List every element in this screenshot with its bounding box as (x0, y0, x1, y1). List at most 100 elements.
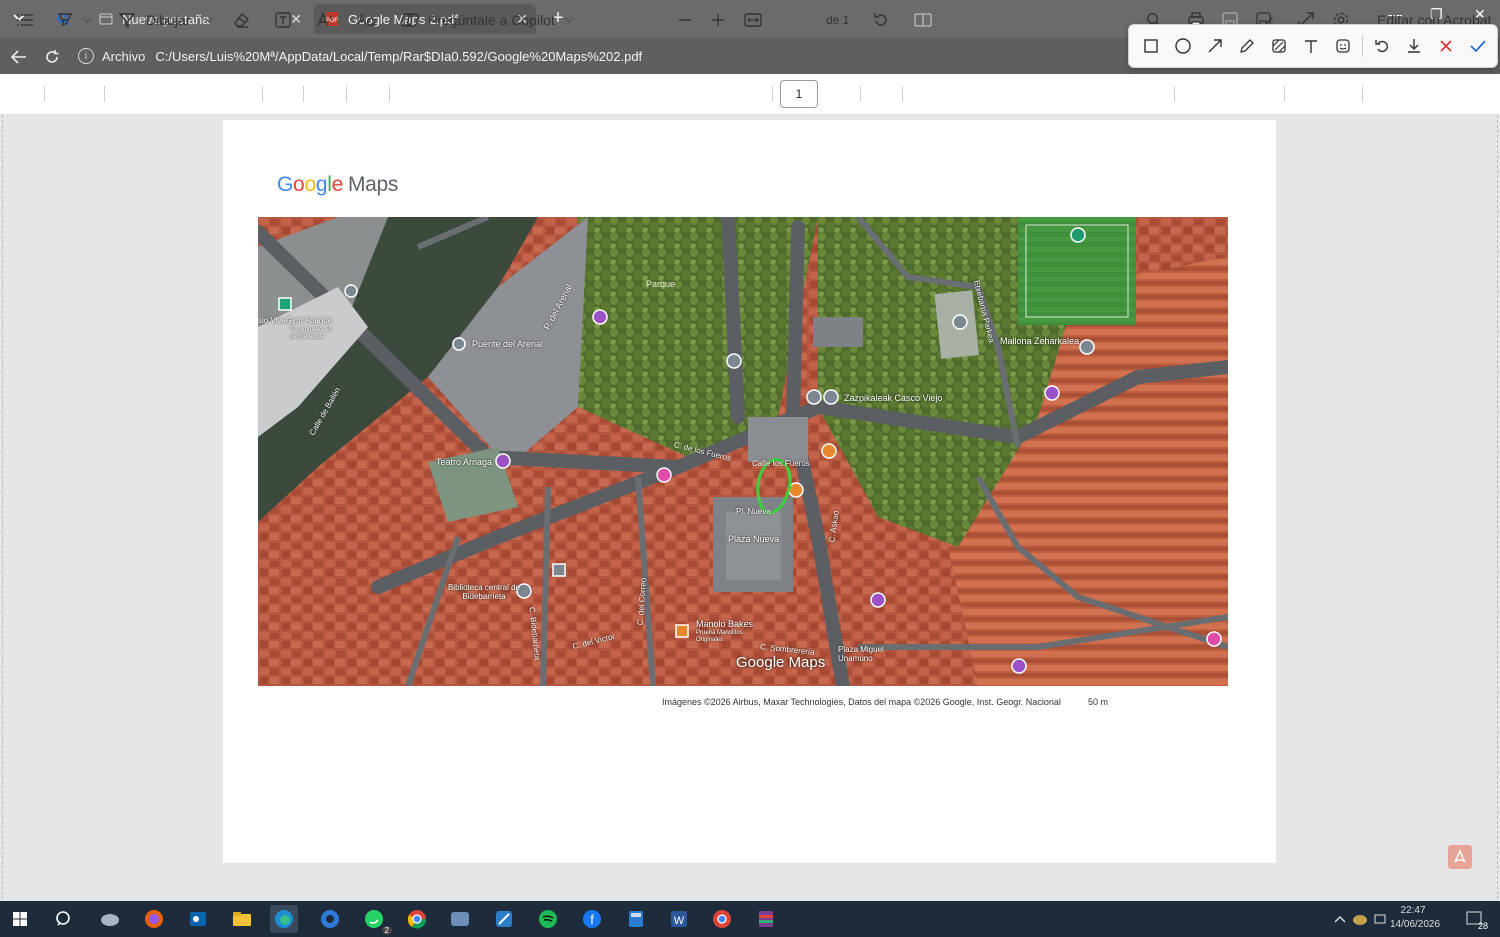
taskbar-app-store[interactable] (446, 905, 474, 933)
taskbar-app-firefox[interactable] (140, 905, 168, 933)
add-text-button[interactable] (274, 8, 292, 32)
taskbar-app-vpn[interactable] (316, 905, 344, 933)
acrobat-icon[interactable] (1448, 845, 1472, 869)
read-aloud-icon (317, 12, 332, 27)
whatsapp-icon (365, 910, 383, 928)
rotate-button[interactable] (872, 8, 890, 32)
copilot-icon (402, 13, 419, 27)
reload-icon (46, 50, 59, 63)
text-box-icon (275, 12, 291, 28)
system-clock[interactable]: 22:47 14/06/2026 (1390, 904, 1441, 932)
list-icon (17, 14, 33, 26)
zoom-in-button[interactable] (711, 8, 725, 32)
eraser-icon (234, 12, 249, 28)
rectangle-tool-button[interactable] (1135, 30, 1167, 62)
translate-button[interactable] (357, 8, 377, 32)
cloud-app-icon (101, 914, 119, 926)
taskbar-app-tool[interactable] (490, 905, 518, 933)
taskbar-app-explorer[interactable] (228, 905, 256, 933)
clock-date: 14/06/2026 (1390, 919, 1441, 930)
taskbar-search-button[interactable] (50, 905, 78, 933)
map-label-plaza-miguel-unamuno: Plaza Miguel Unamuno (838, 645, 884, 663)
undo-button[interactable] (1366, 30, 1398, 62)
chevron-down-icon[interactable] (564, 17, 574, 23)
draw-label: Dibujar (146, 12, 191, 28)
search-icon (56, 911, 70, 926)
erase-button[interactable] (232, 8, 250, 32)
confirm-button[interactable] (1462, 30, 1494, 62)
url-field[interactable]: i Archivo C:/Users/Luis%20Mª/AppData/Loc… (72, 44, 1132, 68)
chevron-down-icon[interactable] (204, 17, 214, 23)
notification-center-button[interactable]: 28 (1460, 905, 1488, 933)
taskbar-app-outlook[interactable] (184, 905, 212, 933)
spotify-icon (539, 910, 557, 928)
plus-icon (712, 14, 724, 26)
taskbar-app-mail[interactable] (96, 905, 124, 933)
svg-text:W: W (674, 915, 685, 927)
pencil-tool-button[interactable] (1231, 30, 1263, 62)
pen-icon (118, 13, 136, 29)
chevron-down-icon[interactable] (82, 17, 92, 23)
reload-button[interactable] (41, 46, 63, 68)
back-button[interactable] (8, 46, 30, 68)
contents-button[interactable] (16, 8, 34, 32)
taskbar-app-whatsapp[interactable]: 2 (360, 905, 392, 935)
highlight-button[interactable] (56, 8, 92, 32)
chrome-icon (407, 910, 427, 929)
fit-width-icon (744, 13, 762, 27)
taskbar-app-calculator[interactable] (622, 905, 650, 933)
map-watermark: Google Maps (736, 654, 826, 671)
text-tool-button[interactable] (1295, 30, 1327, 62)
text-icon (1305, 40, 1317, 53)
word-icon: W (671, 911, 687, 927)
close-tab-icon[interactable]: ✕ (290, 11, 302, 28)
pdf-toolbar (0, 74, 1500, 115)
highlighter-icon (57, 13, 73, 27)
arrow-tool-button[interactable] (1199, 30, 1231, 62)
fit-page-button[interactable] (744, 8, 762, 32)
circle-tool-button[interactable] (1167, 30, 1199, 62)
url-scheme-label: Archivo (102, 48, 146, 64)
taskbar-app-spotify[interactable] (534, 905, 562, 933)
copilot-label: Pregúntale a Copilot (428, 12, 555, 28)
sticker-tool-button[interactable] (1327, 30, 1359, 62)
taskbar-app-winrar[interactable] (752, 905, 780, 933)
info-icon[interactable]: i (78, 48, 94, 64)
translate-icon (357, 13, 376, 27)
page-icon (98, 11, 114, 27)
download-button[interactable] (1398, 30, 1430, 62)
draw-shapes-toolbar (1128, 24, 1498, 68)
discard-button[interactable] (1430, 30, 1462, 62)
book-icon (914, 13, 932, 27)
svg-text:f: f (590, 912, 594, 927)
calculator-icon (629, 911, 643, 927)
taskbar (0, 901, 1500, 937)
map-label-biblioteca: Biblioteca central de Bidebarrieta (447, 583, 521, 601)
satellite-map-image: Parque Puente del Arenal P. del Arenal T… (258, 217, 1228, 686)
chevron-up-icon (1334, 916, 1346, 923)
taskbar-app-word[interactable]: W (665, 905, 693, 933)
fill-tool-button[interactable] (1263, 30, 1295, 62)
map-label-plaza-nueva: Plaza Nueva (728, 534, 780, 544)
taskbar-app-edge[interactable] (270, 905, 298, 933)
draw-button[interactable]: Dibujar (118, 8, 214, 32)
map-label-manolo-sub: Prueba Manolitos Originales (696, 630, 743, 643)
fill-pattern-icon (1272, 39, 1286, 53)
chrome-icon (713, 910, 731, 928)
arrow-diagonal-icon (1208, 39, 1222, 53)
ask-copilot-button[interactable]: Pregúntale a Copilot (402, 8, 574, 32)
arrow-left-icon (11, 50, 26, 64)
map-illustration (258, 217, 1228, 686)
rotate-icon (874, 13, 887, 26)
taskbar-app-facebook[interactable]: f (578, 905, 606, 933)
start-button[interactable] (6, 905, 34, 933)
map-label-teatro-arriaga: Teatro Arriaga (436, 457, 493, 467)
taskbar-app-chrome-profile[interactable] (708, 905, 736, 933)
archive-icon (759, 911, 773, 927)
zoom-out-button[interactable] (678, 8, 692, 32)
page-total-label: de 1 (826, 13, 850, 27)
read-aloud-button[interactable] (316, 8, 336, 32)
taskbar-app-chrome[interactable] (403, 905, 431, 933)
page-number-input[interactable]: 1 (780, 80, 818, 108)
two-page-view-button[interactable] (914, 8, 932, 32)
